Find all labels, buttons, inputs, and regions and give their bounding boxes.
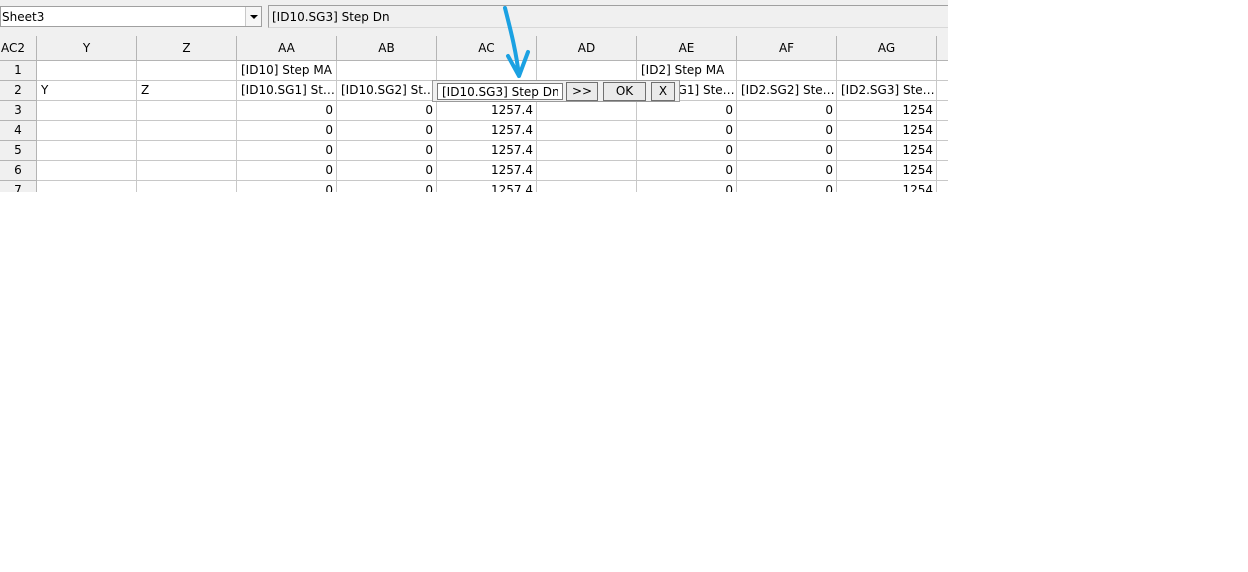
table-cell[interactable]: 0 [737, 181, 837, 192]
column-header[interactable]: AA [237, 36, 337, 61]
ok-button[interactable]: OK [603, 82, 646, 101]
row-header[interactable]: 2 [0, 81, 37, 101]
table-cell[interactable]: Z [137, 81, 237, 101]
table-cell[interactable]: 0 [337, 101, 437, 121]
table-cell[interactable]: 0 [637, 121, 737, 141]
table-cell[interactable]: 0 [337, 161, 437, 181]
table-cell[interactable] [937, 141, 948, 161]
table-cell[interactable]: [ID2.SG3] Step Dn [837, 81, 937, 101]
table-cell[interactable] [137, 141, 237, 161]
table-cell[interactable]: 0 [237, 161, 337, 181]
row-header[interactable]: 7 [0, 181, 37, 192]
table-cell[interactable] [137, 181, 237, 192]
table-cell[interactable]: 0 [637, 181, 737, 192]
sheet-selector[interactable]: Sheet3 [0, 6, 262, 27]
table-cell[interactable]: 0 [337, 181, 437, 192]
table-cell[interactable] [137, 121, 237, 141]
table-cell[interactable]: 0 [737, 161, 837, 181]
table-cell[interactable] [537, 181, 637, 192]
column-header[interactable]: Z [137, 36, 237, 61]
column-header[interactable]: Y [37, 36, 137, 61]
row-header[interactable]: 6 [0, 161, 37, 181]
table-cell[interactable] [337, 61, 437, 81]
cancel-button[interactable]: X [651, 82, 675, 101]
table-cell[interactable] [37, 161, 137, 181]
table-cell[interactable] [137, 101, 237, 121]
table-cell[interactable]: 0 [237, 121, 337, 141]
table-cell[interactable] [937, 61, 948, 81]
table-cell[interactable]: 1254 [837, 101, 937, 121]
table-cell[interactable] [37, 61, 137, 81]
table-cell[interactable] [537, 141, 637, 161]
table-cell[interactable]: 0 [737, 121, 837, 141]
table-cell[interactable]: [ID2.SG2] Step Dn [737, 81, 837, 101]
table-cell[interactable]: Y [37, 81, 137, 101]
table-cell[interactable]: 0 [637, 101, 737, 121]
table-cell[interactable] [537, 161, 637, 181]
cell-reference-label: AC2 [0, 36, 37, 61]
table-cell[interactable] [537, 61, 637, 81]
table-cell[interactable]: 1257.4 [437, 141, 537, 161]
table-cell[interactable]: 0 [637, 161, 737, 181]
table-cell[interactable]: 0 [237, 101, 337, 121]
table-cell[interactable]: 0 [237, 181, 337, 192]
table-cell[interactable]: [ID2] Step MA [637, 61, 737, 81]
table-cell[interactable] [737, 61, 837, 81]
table-cell[interactable]: 0 [737, 141, 837, 161]
table-cell[interactable] [937, 181, 948, 192]
table-cell[interactable] [937, 101, 948, 121]
table-cell[interactable]: [ID10] Step MA [237, 61, 337, 81]
table-cell[interactable] [137, 161, 237, 181]
table-cell[interactable]: 1257.4 [437, 181, 537, 192]
cell-editor-input[interactable] [437, 83, 563, 100]
chevron-down-icon[interactable] [245, 7, 261, 26]
spreadsheet-grid: AC2 Y Z AA AB AC AD AE AF AG 1 [ID10] Step MA [ID2] … [0, 36, 948, 192]
table-cell[interactable] [137, 61, 237, 81]
table-cell[interactable]: 1254 [837, 121, 937, 141]
table-cell[interactable]: 0 [737, 101, 837, 121]
table-cell[interactable]: [ID10.SG1] Step Dn [237, 81, 337, 101]
column-header[interactable]: AG [837, 36, 937, 61]
table-cell[interactable] [837, 61, 937, 81]
table-cell[interactable]: 0 [337, 121, 437, 141]
table-cell[interactable] [937, 121, 948, 141]
table-cell[interactable] [37, 181, 137, 192]
table-cell[interactable]: [ID10.SG2] Step Dn [337, 81, 437, 101]
column-header[interactable]: AE [637, 36, 737, 61]
table-cell[interactable]: 1254 [837, 181, 937, 192]
table-cell[interactable] [937, 161, 948, 181]
table-cell[interactable] [537, 101, 637, 121]
row-header[interactable]: 5 [0, 141, 37, 161]
cell-editor-popup: >> OK X [432, 80, 680, 102]
down-arrow-icon [503, 6, 530, 78]
table-cell[interactable]: 0 [637, 141, 737, 161]
column-header[interactable]: AF [737, 36, 837, 61]
sheet-selector-value: Sheet3 [2, 10, 45, 24]
table-cell[interactable]: 1254 [837, 141, 937, 161]
top-toolbar: Sheet3 [ID10.SG3] Step Dn [0, 0, 948, 36]
table-cell[interactable] [37, 101, 137, 121]
table-cell[interactable]: 1254 [837, 161, 937, 181]
formula-bar[interactable]: [ID10.SG3] Step Dn [268, 5, 948, 28]
table-cell[interactable]: 0 [237, 141, 337, 161]
table-cell[interactable]: 1257.4 [437, 121, 537, 141]
expand-button[interactable]: >> [566, 82, 598, 101]
table-cell[interactable] [537, 121, 637, 141]
column-header[interactable]: AD [537, 36, 637, 61]
row-header[interactable]: 4 [0, 121, 37, 141]
column-header[interactable] [937, 36, 948, 61]
formula-bar-value: [ID10.SG3] Step Dn [272, 10, 390, 24]
table-cell[interactable] [37, 121, 137, 141]
table-cell[interactable]: 1257.4 [437, 101, 537, 121]
column-header[interactable]: AB [337, 36, 437, 61]
table-cell[interactable] [937, 81, 948, 101]
table-cell[interactable]: 0 [337, 141, 437, 161]
row-header[interactable]: 1 [0, 61, 37, 81]
table-cell[interactable] [37, 141, 137, 161]
table-cell[interactable]: 1257.4 [437, 161, 537, 181]
row-header[interactable]: 3 [0, 101, 37, 121]
